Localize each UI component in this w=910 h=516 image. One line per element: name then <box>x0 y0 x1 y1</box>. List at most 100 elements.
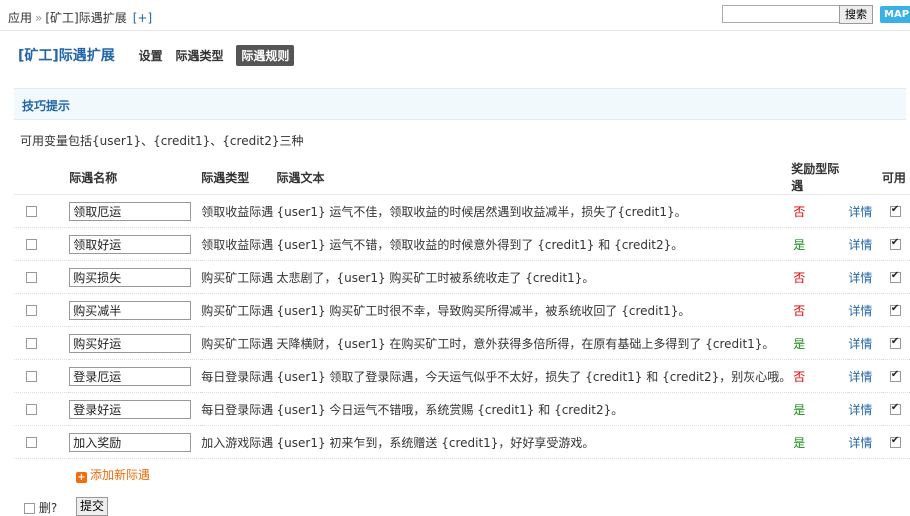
page-header: [矿工]际遇扩展 设置 际遇类型 际遇规则 <box>18 45 303 66</box>
submit-button[interactable]: 提交 <box>76 497 108 516</box>
name-column-header: 际遇名称 <box>69 160 202 195</box>
tab-settings[interactable]: 设置 <box>139 47 163 64</box>
enabled-checkbox[interactable] <box>889 270 901 283</box>
detail-link[interactable]: 详情 <box>848 403 872 417</box>
reward-flag: 是 <box>791 227 849 261</box>
detail-link-cell: 详情 <box>848 425 882 459</box>
encounter-name-input[interactable] <box>69 432 192 452</box>
delete-checkbox[interactable] <box>24 503 35 514</box>
encounter-type: 购买矿工际遇 <box>201 293 277 327</box>
encounter-type: 领取收益际遇 <box>201 194 277 228</box>
row-select-checkbox[interactable] <box>26 206 37 217</box>
encounter-name-input[interactable] <box>69 399 192 419</box>
encounter-name-input[interactable] <box>69 201 192 221</box>
breadcrumb-current[interactable]: [矿工]际遇扩展 <box>45 11 126 25</box>
detail-link[interactable]: 详情 <box>848 370 872 384</box>
table-row: 加入游戏际遇{user1} 初来乍到，系统赠送 {credit1}，好好享受游戏… <box>14 425 910 459</box>
enabled-checkbox[interactable] <box>889 204 901 217</box>
breadcrumb-root[interactable]: 应用 <box>8 11 32 25</box>
detail-column-header <box>848 160 882 195</box>
reward-column-header: 奖励型际遇 <box>791 160 849 195</box>
encounter-text: {user1} 运气不错，领取收益的时候意外得到了 {credit1} 和 {c… <box>276 227 792 261</box>
detail-link-cell: 详情 <box>848 194 882 228</box>
encounter-text: 太悲剧了，{user1} 购买矿工时被系统收走了 {credit1}。 <box>276 260 792 294</box>
reward-flag: 否 <box>791 194 849 228</box>
rules-table-body: 领取收益际遇{user1} 运气不佳，领取收益的时候居然遇到收益减半，损失了{c… <box>14 194 910 459</box>
tab-encounter-types[interactable]: 际遇类型 <box>175 47 223 64</box>
encounter-text: {user1} 购买矿工时很不幸，导致购买所得减半，被系统收回了 {credit… <box>276 293 792 327</box>
table-row: 每日登录际遇{user1} 领取了登录际遇，今天运气似乎不太好，损失了 {cre… <box>14 359 910 393</box>
detail-link[interactable]: 详情 <box>848 205 872 219</box>
tips-text: 可用变量包括{user1}、{credit1}、{credit2}三种 <box>20 134 304 148</box>
reward-flag: 否 <box>791 293 849 327</box>
encounter-type: 每日登录际遇 <box>201 359 277 393</box>
row-select-checkbox[interactable] <box>26 272 37 283</box>
encounter-name-input[interactable] <box>69 333 192 353</box>
add-encounter-button[interactable]: + 添加新际遇 <box>76 466 150 483</box>
reward-flag: 是 <box>791 326 849 360</box>
detail-link-cell: 详情 <box>848 227 882 261</box>
detail-link[interactable]: 详情 <box>848 304 872 318</box>
encounter-name-input[interactable] <box>69 267 192 287</box>
detail-link-cell: 详情 <box>848 359 882 393</box>
row-select-checkbox[interactable] <box>26 305 37 316</box>
table-row: 购买矿工际遇太悲剧了，{user1} 购买矿工时被系统收走了 {credit1}… <box>14 260 910 294</box>
search-input[interactable] <box>722 5 840 23</box>
breadcrumb: 应用» [矿工]际遇扩展 [+] <box>8 9 152 26</box>
detail-link[interactable]: 详情 <box>848 271 872 285</box>
encounter-text: {user1} 今日运气不错哦，系统赏赐 {credit1} 和 {credit… <box>276 392 792 426</box>
reward-flag: 是 <box>791 425 849 459</box>
detail-link-cell: 详情 <box>848 293 882 327</box>
enabled-checkbox[interactable] <box>889 435 901 448</box>
enabled-checkbox[interactable] <box>889 237 901 250</box>
page-title: [矿工]际遇扩展 <box>18 48 115 64</box>
tips-heading: 技巧提示 <box>22 99 71 113</box>
add-encounter-label: 添加新际遇 <box>90 468 151 482</box>
detail-link[interactable]: 详情 <box>848 337 872 351</box>
enabled-column-header: 可用 <box>881 160 910 195</box>
tips-header: 技巧提示 <box>14 88 906 120</box>
detail-link[interactable]: 详情 <box>848 238 872 252</box>
enabled-checkbox[interactable] <box>889 402 901 415</box>
encounter-type: 购买矿工际遇 <box>201 326 277 360</box>
enabled-checkbox[interactable] <box>889 369 901 382</box>
detail-link-cell: 详情 <box>848 326 882 360</box>
encounter-text: {user1} 初来乍到，系统赠送 {credit1}，好好享受游戏。 <box>276 425 792 459</box>
encounter-type: 加入游戏际遇 <box>201 425 277 459</box>
add-shortcut-link[interactable]: [+] <box>133 11 152 25</box>
encounter-name-input[interactable] <box>69 234 192 254</box>
plus-icon: + <box>76 472 87 483</box>
breadcrumb-separator: » <box>35 11 43 25</box>
tab-encounter-rules[interactable]: 际遇规则 <box>236 45 295 66</box>
row-select-checkbox[interactable] <box>26 371 37 382</box>
table-row: 购买矿工际遇天降横财，{user1} 在购买矿工时，意外获得多倍所得，在原有基础… <box>14 326 910 360</box>
reward-flag: 否 <box>791 359 849 393</box>
row-select-checkbox[interactable] <box>26 437 37 448</box>
row-select-checkbox[interactable] <box>26 404 37 415</box>
detail-link-cell: 详情 <box>848 260 882 294</box>
select-column-header <box>14 160 70 195</box>
detail-link[interactable]: 详情 <box>848 436 872 450</box>
detail-link-cell: 详情 <box>848 392 882 426</box>
encounter-type: 领取收益际遇 <box>201 227 277 261</box>
reward-flag: 是 <box>791 392 849 426</box>
encounter-type: 购买矿工际遇 <box>201 260 277 294</box>
encounter-type: 每日登录际遇 <box>201 392 277 426</box>
row-select-checkbox[interactable] <box>26 338 37 349</box>
reward-flag: 否 <box>791 260 849 294</box>
rules-table: 际遇名称 际遇类型 际遇文本 奖励型际遇 可用 领取收益际遇{user1} 运气… <box>14 160 910 459</box>
row-select-checkbox[interactable] <box>26 239 37 250</box>
text-column-header: 际遇文本 <box>276 160 792 195</box>
table-header-row: 际遇名称 际遇类型 际遇文本 奖励型际遇 可用 <box>14 160 910 195</box>
search-button[interactable]: 搜索 <box>839 5 873 24</box>
enabled-checkbox[interactable] <box>889 303 901 316</box>
encounter-name-input[interactable] <box>69 300 192 320</box>
map-button[interactable]: MAP <box>880 6 910 23</box>
encounter-text: {user1} 运气不佳，领取收益的时候居然遇到收益减半，损失了{credit1… <box>276 194 792 228</box>
type-column-header: 际遇类型 <box>201 160 277 195</box>
bottom-actions: 删? <box>24 499 57 516</box>
table-row: 购买矿工际遇{user1} 购买矿工时很不幸，导致购买所得减半，被系统收回了 {… <box>14 293 910 327</box>
enabled-checkbox[interactable] <box>889 336 901 349</box>
encounter-name-input[interactable] <box>69 366 192 386</box>
encounter-text: {user1} 领取了登录际遇，今天运气似乎不太好，损失了 {credit1} … <box>276 359 792 393</box>
